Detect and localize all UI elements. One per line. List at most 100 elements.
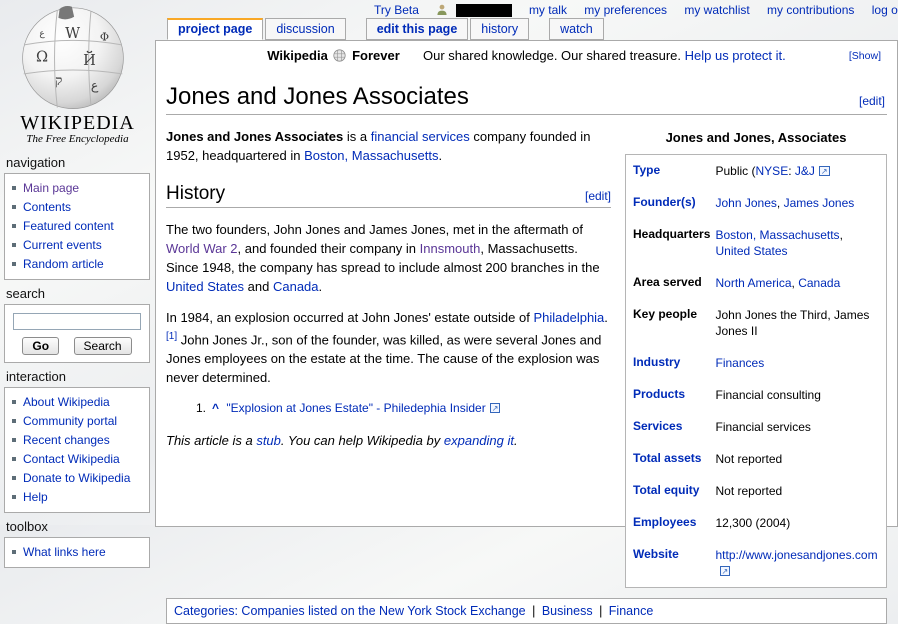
sidebar-interaction-item[interactable]: Recent changes bbox=[12, 431, 145, 450]
infobox-value: http://www.jonesandjones.com bbox=[714, 539, 887, 588]
toolbox-list: What links here bbox=[5, 541, 149, 564]
infobox-value: Boston, Massachusetts, United States bbox=[714, 219, 887, 267]
article-title-text: Jones and Jones Associates bbox=[166, 83, 469, 110]
infobox: Jones and Jones, Associates Type Public … bbox=[625, 123, 887, 588]
protect-link[interactable]: Help us protect it. bbox=[685, 48, 786, 63]
wikipedia-logo[interactable]: Ω W Й ק ع Φ ع WIKIPEDIA The Free Encyclo… bbox=[0, 0, 155, 150]
category-link[interactable]: Business bbox=[542, 604, 593, 618]
sidebar-nav-item[interactable]: Random article bbox=[12, 255, 145, 274]
svg-text:Φ: Φ bbox=[100, 30, 109, 43]
page-tabs: project pagediscussion edit this pagehist… bbox=[167, 18, 604, 40]
search-input[interactable] bbox=[13, 313, 141, 330]
personal-bar-item[interactable]: Try Beta bbox=[374, 3, 422, 17]
sidebar-toolbox-item[interactable]: What links here bbox=[12, 543, 145, 562]
infobox-label[interactable]: Headquarters bbox=[626, 219, 714, 267]
user-icon bbox=[436, 4, 448, 19]
svg-text:W: W bbox=[65, 25, 80, 42]
svg-text:Ω: Ω bbox=[36, 49, 48, 66]
infobox-value: John Jones the Third, James Jones II bbox=[714, 299, 887, 347]
infobox-row: Key people John Jones the Third, James J… bbox=[626, 299, 887, 347]
infobox-label[interactable]: Industry bbox=[626, 347, 714, 379]
portlet-navigation: navigation Main pageContentsFeatured con… bbox=[0, 155, 155, 280]
sidebar-interaction-item[interactable]: Help bbox=[12, 488, 145, 507]
infobox-label[interactable]: Founder(s) bbox=[626, 187, 714, 219]
category-link[interactable]: Companies listed on the New York Stock E… bbox=[241, 604, 525, 618]
infobox-label[interactable]: Services bbox=[626, 411, 714, 443]
sidebar-interaction-item[interactable]: Donate to Wikipedia bbox=[12, 469, 145, 488]
category-link[interactable]: Finance bbox=[609, 604, 653, 618]
portlet-search: search Go Search bbox=[0, 286, 155, 363]
personal-bar-item[interactable]: my watchlist bbox=[684, 3, 753, 17]
infobox-row: Founder(s) John Jones, James Jones bbox=[626, 187, 887, 219]
portlet-interaction: interaction About WikipediaCommunity por… bbox=[0, 369, 155, 513]
category-separator: | bbox=[532, 604, 535, 618]
site-notice-brand: Wikipedia bbox=[267, 48, 328, 63]
portlet-toolbox: toolbox What links here bbox=[0, 519, 155, 568]
edit-history-link[interactable]: [edit] bbox=[585, 189, 611, 203]
reference-link[interactable]: "Explosion at Jones Estate" - Philedephi… bbox=[226, 401, 500, 415]
interaction-list: About WikipediaCommunity portalRecent ch… bbox=[5, 391, 149, 509]
infobox-row: Services Financial services bbox=[626, 411, 887, 443]
sidebar-interaction-item[interactable]: Contact Wikipedia bbox=[12, 450, 145, 469]
svg-text:ع: ع bbox=[91, 79, 99, 93]
edit-title-link[interactable]: [edit] bbox=[859, 94, 885, 108]
sidebar-interaction-item[interactable]: Community portal bbox=[12, 412, 145, 431]
infobox-label[interactable]: Website bbox=[626, 539, 714, 588]
wikipedia-globe-icon: Ω W Й ק ع Φ ع bbox=[14, 0, 132, 112]
infobox-value: Financial consulting bbox=[714, 379, 887, 411]
sidebar-nav-item[interactable]: Current events bbox=[12, 236, 145, 255]
categories-list: Companies listed on the New York Stock E… bbox=[241, 604, 653, 618]
article-title: Jones and Jones Associates [edit] bbox=[166, 83, 887, 115]
infobox-label[interactable]: Products bbox=[626, 379, 714, 411]
history-heading-text: History bbox=[166, 183, 225, 204]
sidebar-nav-item[interactable]: Main page bbox=[12, 179, 145, 198]
personal-bar-item[interactable]: my preferences bbox=[584, 3, 670, 17]
tab[interactable]: discussion bbox=[265, 18, 345, 40]
personal-bar-item[interactable]: log out bbox=[872, 3, 898, 17]
infobox-value: Public (NYSE: J&J bbox=[714, 155, 887, 188]
infobox-title: Jones and Jones, Associates bbox=[625, 123, 887, 154]
navigation-list: Main pageContentsFeatured contentCurrent… bbox=[5, 177, 149, 276]
sidebar-interaction-item[interactable]: About Wikipedia bbox=[12, 393, 145, 412]
sidebar-nav-item[interactable]: Featured content bbox=[12, 217, 145, 236]
site-notice-message: Our shared knowledge. Our shared treasur… bbox=[423, 48, 681, 63]
infobox-table: Type Public (NYSE: J&J Founder(s) John J… bbox=[626, 155, 887, 588]
infobox-label[interactable]: Total equity bbox=[626, 475, 714, 507]
logo-wordmark: WIKIPEDIA bbox=[0, 112, 155, 135]
backlink-caret[interactable]: ^ bbox=[212, 401, 219, 415]
infobox-label[interactable]: Area served bbox=[626, 267, 714, 299]
sidebar-nav-item[interactable]: Contents bbox=[12, 198, 145, 217]
infobox-label[interactable]: Type bbox=[626, 155, 714, 188]
infobox-label[interactable]: Total assets bbox=[626, 443, 714, 475]
infobox-row: Website http://www.jonesandjones.com bbox=[626, 539, 887, 588]
go-button[interactable]: Go bbox=[22, 337, 59, 355]
infobox-row: Products Financial consulting bbox=[626, 379, 887, 411]
personal-bar: Try Beta my talk my preferences my watch… bbox=[360, 3, 890, 19]
tab[interactable]: edit this page bbox=[366, 18, 469, 40]
category-separator: | bbox=[599, 604, 602, 618]
globe-icon bbox=[333, 49, 346, 62]
infobox-label[interactable]: Employees bbox=[626, 507, 714, 539]
infobox-row: Headquarters Boston, Massachusetts, Unit… bbox=[626, 219, 887, 267]
tab[interactable]: history bbox=[470, 18, 529, 40]
portlet-title-search: search bbox=[6, 286, 155, 301]
personal-bar-item[interactable] bbox=[436, 3, 515, 17]
tab[interactable]: watch bbox=[549, 18, 604, 40]
svg-text:ع: ع bbox=[39, 29, 45, 39]
personal-bar-item[interactable]: my contributions bbox=[767, 3, 858, 17]
personal-bar-item[interactable]: my talk bbox=[529, 3, 570, 17]
infobox-row: Total equity Not reported bbox=[626, 475, 887, 507]
portlet-title-interaction: interaction bbox=[6, 369, 155, 384]
show-link[interactable]: [Show] bbox=[849, 50, 881, 62]
reference-number: 1. bbox=[196, 401, 206, 415]
redacted-username bbox=[456, 4, 512, 17]
categories-link[interactable]: Categories: bbox=[174, 604, 238, 618]
infobox-value: Not reported bbox=[714, 443, 887, 475]
infobox-row: Area served North America, Canada bbox=[626, 267, 887, 299]
infobox-label[interactable]: Key people bbox=[626, 299, 714, 347]
portlet-title-navigation: navigation bbox=[6, 155, 155, 170]
svg-text:ק: ק bbox=[55, 74, 62, 89]
search-button[interactable]: Search bbox=[74, 337, 132, 355]
portlet-title-toolbox: toolbox bbox=[6, 519, 155, 534]
tab[interactable]: project page bbox=[167, 18, 263, 40]
